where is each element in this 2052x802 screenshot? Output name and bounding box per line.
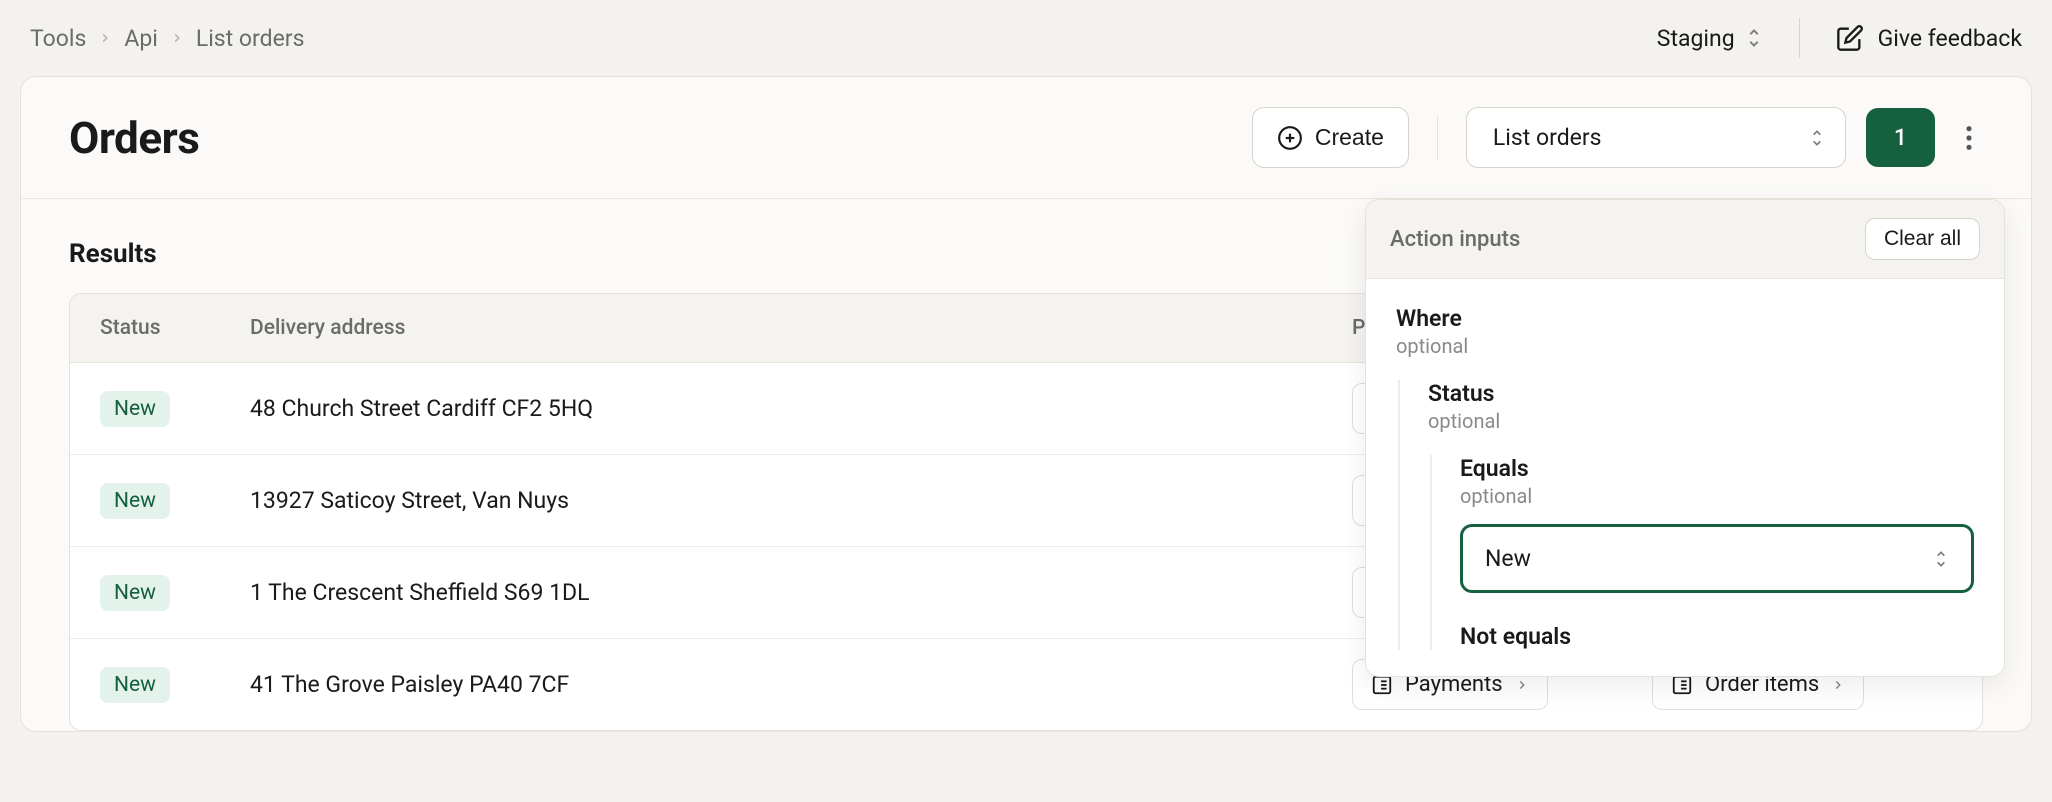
where-field: Where optional bbox=[1396, 305, 1974, 358]
chevrons-up-down-icon bbox=[1809, 127, 1825, 149]
panel-header: Action inputs Clear all bbox=[1366, 200, 2004, 279]
where-optional: optional bbox=[1396, 334, 1974, 358]
chevron-right-icon bbox=[1831, 678, 1845, 692]
action-selector-label: List orders bbox=[1493, 124, 1602, 151]
more-options-button[interactable] bbox=[1955, 114, 1983, 162]
page-title: Orders bbox=[69, 112, 1232, 164]
breadcrumb: Tools Api List orders bbox=[30, 25, 1645, 52]
chevrons-up-down-icon bbox=[1745, 26, 1763, 50]
panel-title: Action inputs bbox=[1390, 227, 1520, 252]
status-badge: New bbox=[100, 391, 170, 427]
give-feedback-button[interactable]: Give feedback bbox=[1812, 24, 2022, 52]
status-badge: New bbox=[100, 667, 170, 703]
cell-address: 41 The Grove Paisley PA40 7CF bbox=[250, 671, 1352, 698]
plus-circle-icon bbox=[1277, 125, 1303, 151]
cell-address: 48 Church Street Cardiff CF2 5HQ bbox=[250, 395, 1352, 422]
cell-address: 1 The Crescent Sheffield S69 1DL bbox=[250, 579, 1352, 606]
breadcrumb-api[interactable]: Api bbox=[124, 25, 158, 52]
equals-value-select[interactable]: New bbox=[1460, 524, 1974, 593]
environment-selector[interactable]: Staging bbox=[1657, 25, 1787, 52]
action-selector[interactable]: List orders bbox=[1466, 107, 1846, 168]
action-count-badge[interactable]: 1 bbox=[1866, 108, 1935, 167]
divider bbox=[1437, 116, 1438, 160]
equals-value: New bbox=[1485, 545, 1531, 572]
status-label: Status bbox=[1428, 380, 1974, 407]
status-optional: optional bbox=[1428, 409, 1974, 433]
equals-label: Equals bbox=[1460, 455, 1974, 482]
card-body: Results Status Delivery address Payments… bbox=[21, 199, 2031, 731]
panel-body: Where optional Status optional Equals op… bbox=[1366, 279, 2004, 676]
create-button[interactable]: Create bbox=[1252, 107, 1409, 168]
action-inputs-panel: Action inputs Clear all Where optional S… bbox=[1365, 199, 2005, 677]
edit-icon bbox=[1836, 24, 1864, 52]
breadcrumb-tools[interactable]: Tools bbox=[30, 25, 86, 52]
not-equals-label: Not equals bbox=[1460, 623, 1974, 650]
dots-vertical-icon bbox=[1965, 124, 1973, 152]
environment-label: Staging bbox=[1657, 25, 1735, 52]
create-label: Create bbox=[1315, 124, 1384, 151]
equals-field: Equals optional New Not equals bbox=[1430, 455, 1974, 650]
equals-optional: optional bbox=[1460, 484, 1974, 508]
chevron-right-icon bbox=[1515, 678, 1529, 692]
topbar: Tools Api List orders Staging Give feedb… bbox=[0, 0, 2052, 76]
divider bbox=[1799, 18, 1800, 58]
main-card: Orders Create List orders 1 Results bbox=[20, 76, 2032, 732]
cell-address: 13927 Saticoy Street, Van Nuys bbox=[250, 487, 1352, 514]
col-status: Status bbox=[100, 316, 250, 340]
status-field: Status optional Equals optional New Not … bbox=[1398, 380, 1974, 650]
col-address: Delivery address bbox=[250, 316, 1352, 340]
clear-all-button[interactable]: Clear all bbox=[1865, 218, 1980, 260]
breadcrumb-list-orders[interactable]: List orders bbox=[196, 25, 305, 52]
status-badge: New bbox=[100, 575, 170, 611]
status-badge: New bbox=[100, 483, 170, 519]
card-header: Orders Create List orders 1 bbox=[21, 77, 2031, 199]
give-feedback-label: Give feedback bbox=[1878, 25, 2022, 52]
chevron-right-icon bbox=[170, 31, 184, 45]
chevrons-up-down-icon bbox=[1933, 548, 1949, 570]
chevron-right-icon bbox=[98, 31, 112, 45]
where-label: Where bbox=[1396, 305, 1974, 332]
